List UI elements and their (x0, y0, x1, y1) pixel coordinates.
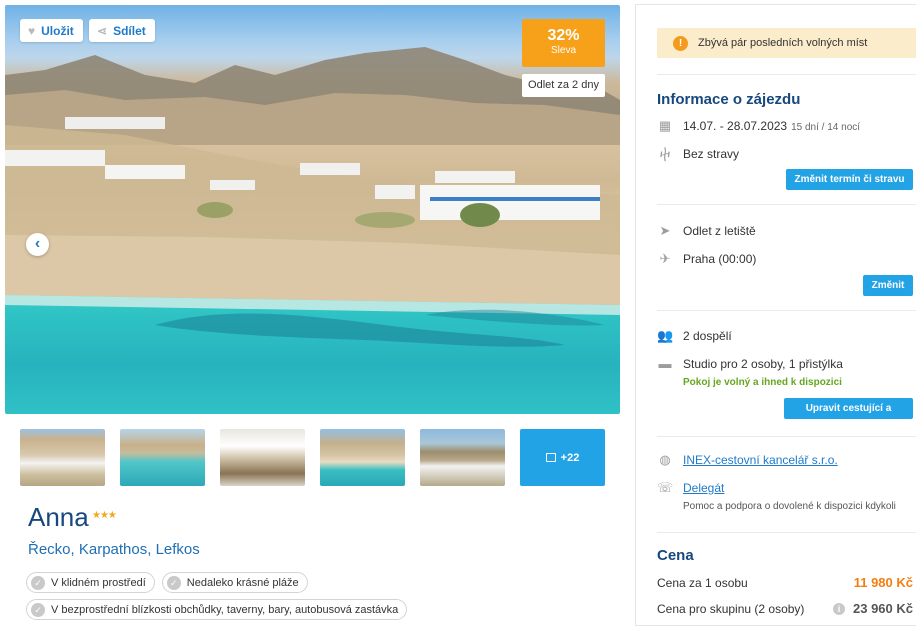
agency-link[interactable]: INEX-cestovní kancelář s.r.o. (683, 453, 838, 467)
divider (657, 74, 916, 75)
price-group-label: Cena pro skupinu (2 osoby) (657, 601, 805, 616)
cutlery-icon: ⴕ (659, 146, 671, 161)
price-per-person-label: Cena za 1 osobu (657, 575, 748, 590)
price-per-person: 11 980 Kč (853, 575, 913, 590)
bed-icon: ▬ (658, 356, 672, 371)
thumbnail-3[interactable] (220, 429, 305, 486)
trip-duration: 15 dní / 14 nocí (791, 122, 861, 133)
check-icon: ✓ (31, 575, 45, 590)
departure-badge: Odlet za 2 dny (522, 74, 605, 97)
travelers-row: 👥 2 dospělí (657, 328, 732, 344)
star-rating: ★★★ (92, 510, 117, 521)
check-icon: ✓ (166, 575, 181, 590)
feature-tag: ✓ V klidném prostředí (26, 572, 155, 593)
info-icon[interactable]: i (833, 602, 845, 615)
chevron-left-icon: ‹ (34, 235, 41, 252)
globe-icon: ◍ (659, 452, 671, 467)
feature-tag-label: Nedaleko krásné pláže (186, 576, 299, 589)
divider (657, 310, 916, 311)
discount-percent: 32% (547, 27, 580, 44)
change-departure-button[interactable]: Změnit (863, 275, 913, 296)
divider (657, 204, 916, 205)
thumbnail-4[interactable] (320, 429, 405, 486)
hotel-location: Řecko, Karpathos, Lefkos (28, 541, 200, 558)
discount-label: Sleva (550, 45, 576, 56)
thumbnail-1[interactable] (20, 429, 105, 486)
departure-row: ➤ Odlet z letiště (657, 223, 756, 239)
hero-photo[interactable]: ♥ Uložit ⋖ Sdílet 32% Sleva Odlet za 2 d… (5, 5, 620, 414)
price-per-person-row: Cena za 1 osobu 11 980 Kč (657, 575, 913, 590)
delegate-row: ☏ Delegát (657, 480, 724, 496)
feature-tags: ✓ V klidném prostředí ✓ Nedaleko krásné … (26, 572, 606, 620)
feature-tag-label: V klidném prostředí (51, 576, 146, 589)
thumbnail-2[interactable] (120, 429, 205, 486)
save-label: Uložit (41, 23, 74, 38)
room-row: ▬ Studio pro 2 osoby, 1 přistýlka (657, 356, 843, 371)
travelers-count: 2 dospělí (683, 329, 732, 343)
feature-tag: ✓ V bezprostřední blízkosti obchůdky, ta… (26, 599, 408, 620)
agency-row: ◍ INEX-cestovní kancelář s.r.o. (657, 452, 838, 468)
room-type: Studio pro 2 osoby, 1 přistýlka (683, 356, 843, 371)
booking-panel: ! Zbývá pár posledních volných míst Info… (635, 4, 916, 626)
change-date-board-button[interactable]: Změnit termín či stravu (786, 169, 913, 190)
trip-info-title: Informace o zájezdu (657, 91, 801, 108)
heart-icon: ♥ (28, 23, 36, 38)
share-icon: ⋖ (97, 23, 108, 38)
delegate-link[interactable]: Delegát (683, 481, 724, 495)
availability-alert: ! Zbývá pár posledních volných míst (657, 28, 916, 58)
hotel-name: Anna (28, 502, 89, 532)
thumbnail-strip: +22 (20, 429, 605, 486)
delegate-note: Pomoc a podpora o dovolené k dispozici k… (683, 501, 896, 512)
discount-badge: 32% Sleva (522, 19, 605, 67)
delegate-icon: ☏ (657, 480, 674, 495)
price-group: 23 960 Kč (853, 601, 913, 616)
thumbnail-5[interactable] (420, 429, 505, 486)
departure-label: Odlet z letiště (683, 224, 756, 238)
photos-icon (545, 453, 556, 462)
availability-alert-text: Zbývá pár posledních volných míst (698, 37, 868, 49)
save-button[interactable]: ♥ Uložit (20, 19, 83, 42)
previous-photo-button[interactable]: ‹ (26, 233, 49, 256)
calendar-icon: ▦ (658, 118, 672, 133)
plane-icon: ✈ (659, 251, 671, 266)
departure-airport: Praha (00:00) (683, 252, 757, 266)
room-status: Pokoj je volný a ihned k dispozici (683, 377, 842, 388)
divider (657, 532, 916, 533)
more-photos-count: +22 (560, 451, 580, 464)
trip-dates: 14.07. - 28.07.2023 (683, 119, 788, 133)
price-title: Cena (657, 547, 694, 564)
warning-icon: ! (673, 35, 688, 51)
plane-takeoff-icon: ➤ (659, 223, 671, 238)
check-icon: ✓ (31, 602, 45, 617)
divider (657, 436, 916, 437)
dates-row: ▦ 14.07. - 28.07.2023 15 dní / 14 nocí (657, 118, 860, 134)
board-type: Bez stravy (683, 147, 740, 161)
price-group-row: Cena pro skupinu (2 osoby) i 23 960 Kč (657, 601, 913, 616)
share-button[interactable]: ⋖ Sdílet (89, 19, 155, 42)
feature-tag-label: V bezprostřední blízkosti obchůdky, tave… (51, 603, 399, 616)
more-photos-button[interactable]: +22 (520, 429, 605, 486)
users-icon: 👥 (657, 328, 674, 343)
edit-travelers-button[interactable]: Upravit cestující a pokoj (784, 398, 913, 435)
share-label: Sdílet (113, 23, 146, 38)
board-row: ⴕ Bez stravy (657, 146, 739, 162)
feature-tag: ✓ Nedaleko krásné pláže (161, 572, 308, 593)
airport-row: ✈ Praha (00:00) (657, 251, 757, 267)
